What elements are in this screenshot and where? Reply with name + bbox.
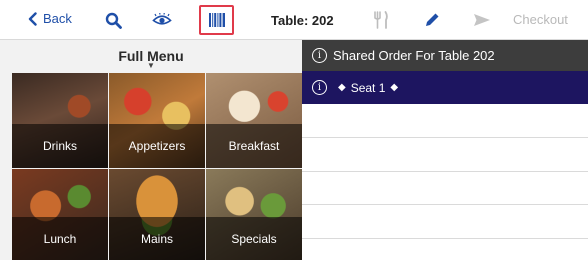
search-button[interactable]	[102, 10, 124, 30]
category-tile-breakfast[interactable]: Breakfast	[206, 73, 302, 168]
diamond-icon: ◆	[390, 82, 399, 93]
utensils-icon	[374, 11, 388, 29]
order-row-divider	[302, 204, 588, 205]
order-row-divider	[302, 137, 588, 138]
menu-category-grid: Drinks Appetizers Breakfast Lunch Mains …	[12, 73, 302, 260]
chevron-left-icon	[28, 11, 37, 26]
category-label: Specials	[231, 232, 277, 246]
search-icon	[105, 12, 122, 29]
pencil-icon	[426, 13, 439, 26]
order-row-divider	[302, 238, 588, 239]
checkout-button[interactable]: Checkout	[513, 12, 568, 27]
category-tile-appetizers[interactable]: Appetizers	[109, 73, 205, 168]
courses-button[interactable]	[370, 10, 392, 30]
send-icon	[474, 14, 490, 26]
seat-header[interactable]: i ◆ Seat 1 ◆	[302, 71, 588, 104]
category-label: Lunch	[43, 232, 77, 246]
category-label: Appetizers	[128, 139, 186, 153]
category-tile-mains[interactable]: Mains	[109, 169, 205, 260]
category-tile-specials[interactable]: Specials	[206, 169, 302, 260]
seat-label: Seat 1	[350, 80, 386, 95]
menu-selector[interactable]: Full Menu ▼	[0, 40, 302, 72]
chevron-down-icon: ▼	[147, 61, 155, 70]
order-row-divider	[302, 171, 588, 172]
table-number-label: Table: 202	[271, 13, 334, 28]
order-panel: i Shared Order For Table 202 i ◆ Seat 1 …	[302, 40, 588, 260]
edit-button[interactable]	[421, 10, 443, 30]
category-label: Breakfast	[228, 139, 280, 153]
shared-order-label: Shared Order For Table 202	[333, 48, 495, 63]
back-label: Back	[43, 11, 72, 26]
menu-panel: Full Menu ▼ Drinks Appetizers Breakfast …	[0, 40, 302, 260]
barcode-icon	[208, 13, 225, 27]
view-button[interactable]	[151, 10, 173, 30]
info-icon[interactable]: i	[312, 48, 327, 63]
eye-icon	[152, 13, 172, 25]
top-toolbar: Back Table: 202 Checkout	[0, 0, 588, 40]
back-button[interactable]: Back	[28, 11, 72, 26]
barcode-button[interactable]	[199, 5, 234, 35]
diamond-icon: ◆	[338, 82, 346, 93]
category-label: Mains	[140, 232, 173, 246]
category-tile-lunch[interactable]: Lunch	[12, 169, 108, 260]
category-label: Drinks	[42, 139, 77, 153]
send-button[interactable]	[471, 10, 493, 30]
info-icon[interactable]: i	[312, 80, 327, 95]
shared-order-header[interactable]: i Shared Order For Table 202	[302, 40, 588, 71]
category-tile-drinks[interactable]: Drinks	[12, 73, 108, 168]
